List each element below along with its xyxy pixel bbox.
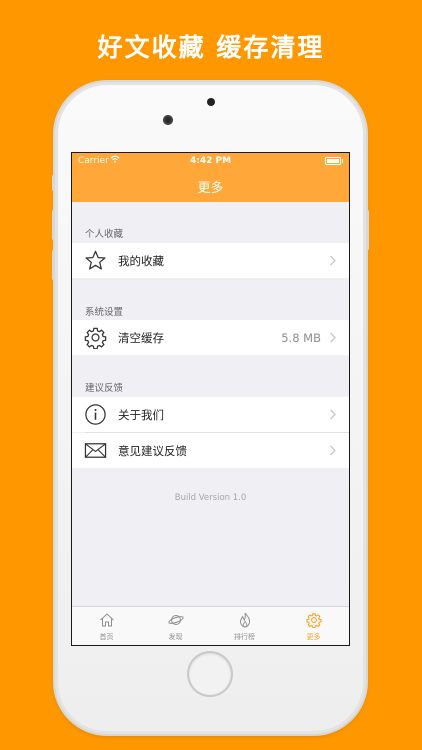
clear-cache-row[interactable]: 清空缓存 5.8 MB [72,320,349,355]
chevron-right-icon [330,332,336,343]
battery-icon [325,157,343,165]
section-header-feedback: 建议反馈 [85,383,124,394]
phone-home-button[interactable] [189,653,231,695]
tab-more-label: 更多 [306,633,321,641]
chevron-right-icon [330,445,336,456]
tab-home-label: 首页 [99,633,114,641]
phone-camera [163,115,173,125]
clear-cache-label: 清空缓存 [118,330,164,345]
status-bar: Carrier 4:42 PM [72,153,349,169]
flame-icon [239,612,251,628]
envelope-icon [84,443,107,458]
feedback-row[interactable]: 意见建议反馈 [72,433,349,468]
phone-power-button [366,210,369,250]
cache-size-value: 5.8 MB [281,330,321,345]
tab-discover-label: 发现 [168,633,183,641]
page-title: 更多 [197,181,224,196]
tab-discover[interactable]: 发现 [141,607,210,645]
tab-home[interactable]: 首页 [72,607,141,645]
navigation-bar: Carrier 4:42 PM 更多 [72,153,349,202]
headline: 好文收藏 缓存清理 [97,33,325,62]
app-screen: Carrier 4:42 PM 更多 个人收藏 我的收藏 系统设置 清空缓存 5… [72,153,349,645]
star-icon [85,250,106,270]
tab-more[interactable]: 更多 [279,607,348,645]
gear-icon [306,613,322,628]
chevron-right-icon [330,409,336,420]
my-favorites-label: 我的收藏 [118,253,164,268]
tab-ranking-label: 排行榜 [234,633,255,641]
feedback-label: 意见建议反馈 [118,443,187,458]
phone-speaker [207,98,215,106]
build-version: Build Version 1.0 [174,493,247,503]
my-favorites-row[interactable]: 我的收藏 [72,243,349,278]
chevron-right-icon [330,255,336,266]
about-us-label: 关于我们 [118,407,164,422]
phone-volume-up [52,210,55,240]
section-header-favorites: 个人收藏 [85,229,124,240]
planet-icon [168,615,184,625]
tab-ranking[interactable]: 排行榜 [210,607,279,645]
phone-volume-down [52,250,55,280]
section-header-settings: 系统设置 [85,307,124,318]
info-icon [85,404,106,425]
about-us-row[interactable]: 关于我们 [72,397,349,432]
tab-bar: 首页 发现 排行榜 更多 [72,606,349,645]
gear-icon [84,327,107,349]
home-icon [100,613,114,627]
status-time: 4:42 PM [189,156,232,166]
phone-side-button [52,175,55,191]
